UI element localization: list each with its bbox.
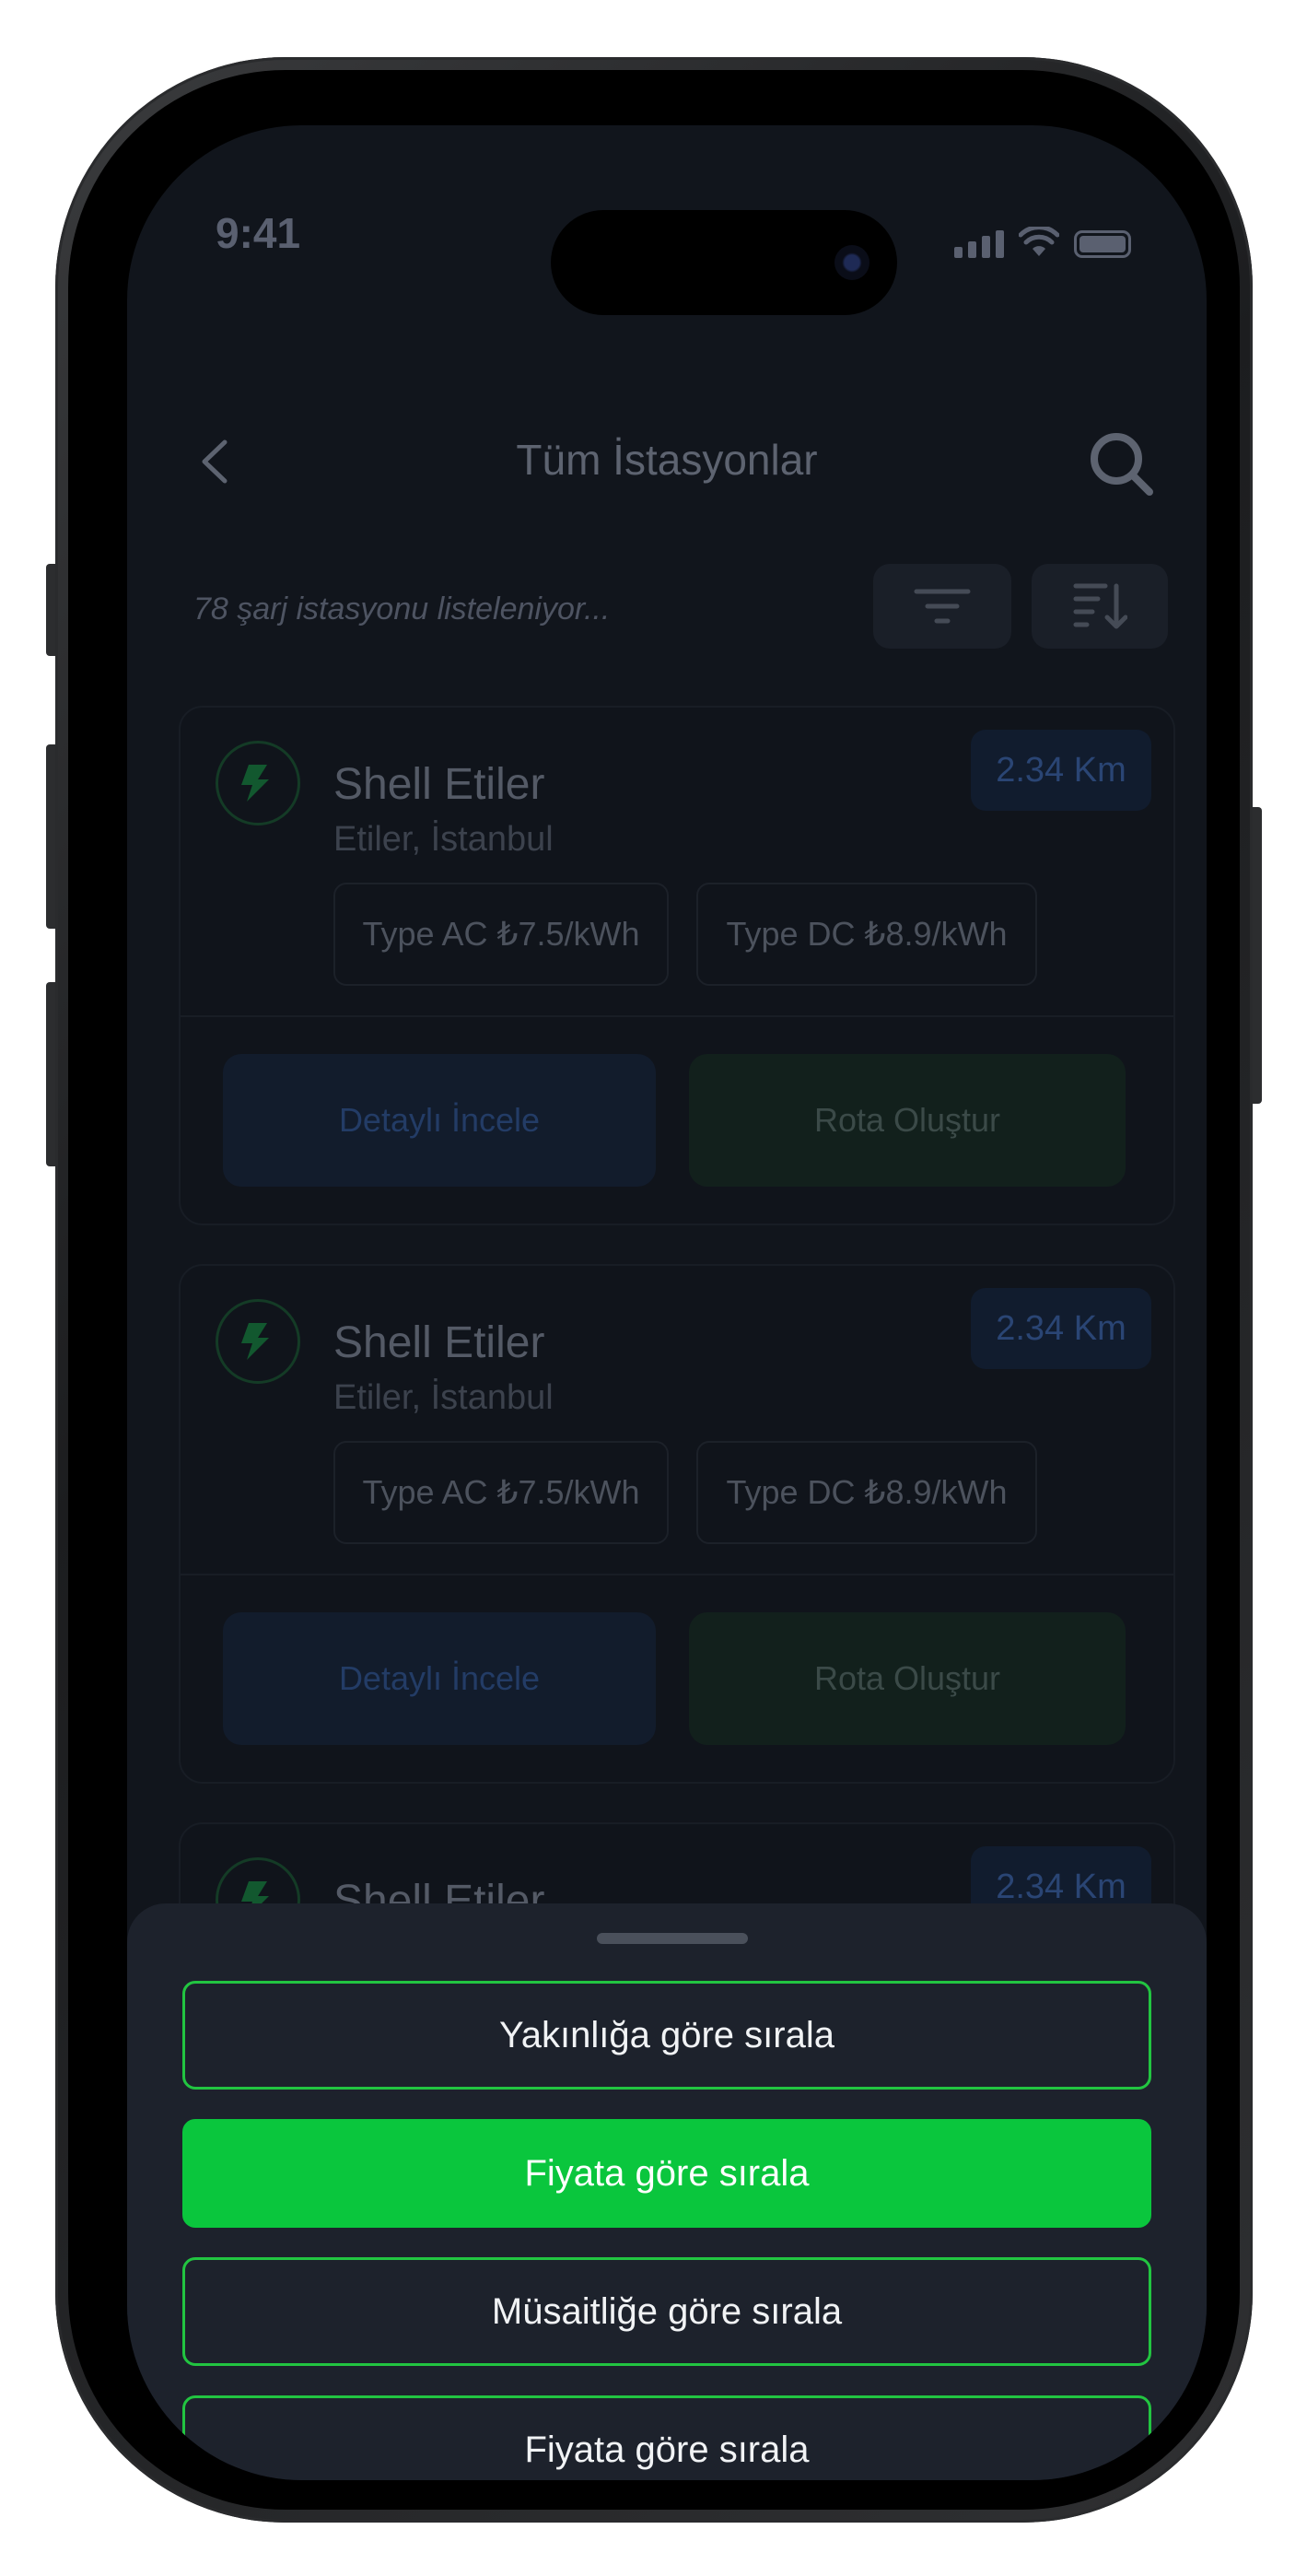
detail-button[interactable]: Detaylı İncele [223, 1054, 656, 1187]
station-address: Etiler, İstanbul [333, 1378, 554, 1417]
station-address: Etiler, İstanbul [333, 820, 554, 859]
signal-icon [954, 230, 1004, 258]
search-icon[interactable] [1087, 429, 1155, 498]
charging-bolt-icon [241, 765, 269, 802]
station-card[interactable]: Shell Etiler Etiler, İstanbul 2.34 Km Ty… [179, 706, 1175, 1225]
screen: 9:41 Tüm İstasyonlar 78 şarj istasyonu l… [127, 125, 1207, 2480]
station-card[interactable]: Shell Etiler Etiler, İstanbul 2.34 Km Ty… [179, 1264, 1175, 1784]
sort-by-availability-option[interactable]: Müsaitliğe göre sırala [182, 2257, 1151, 2366]
station-name: Shell Etiler [333, 1318, 545, 1367]
distance-badge: 2.34 Km [971, 1288, 1151, 1369]
sort-bottom-sheet: Yakınlığa göre sırala Fiyata göre sırala… [127, 1903, 1207, 2480]
price-tag-ac: Type AC ₺7.5/kWh [333, 883, 669, 986]
detail-button[interactable]: Detaylı İncele [223, 1612, 656, 1745]
wifi-icon [1019, 227, 1059, 256]
route-button[interactable]: Rota Oluştur [689, 1612, 1126, 1745]
sort-by-price-option[interactable]: Fiyata göre sırala [182, 2119, 1151, 2228]
sort-icon [1073, 583, 1127, 629]
filter-button[interactable] [873, 564, 1011, 649]
sort-button[interactable] [1032, 564, 1168, 649]
status-icons [954, 227, 1131, 258]
sort-by-price-option-2[interactable]: Fiyata göre sırala [182, 2395, 1151, 2480]
header: Tüm İstasyonlar [127, 420, 1207, 496]
price-tag-ac: Type AC ₺7.5/kWh [333, 1441, 669, 1544]
dynamic-island [551, 210, 897, 315]
distance-badge: 2.34 Km [971, 730, 1151, 811]
sort-by-distance-option[interactable]: Yakınlığa göre sırala [182, 1981, 1151, 2090]
price-tag-dc: Type DC ₺8.9/kWh [696, 883, 1037, 986]
camera-icon [834, 245, 869, 280]
route-button[interactable]: Rota Oluştur [689, 1054, 1126, 1187]
station-name: Shell Etiler [333, 760, 545, 809]
card-divider [181, 1015, 1173, 1017]
filter-icon [914, 589, 971, 624]
phone-bezel: 9:41 Tüm İstasyonlar 78 şarj istasyonu l… [68, 70, 1240, 2510]
price-tag-dc: Type DC ₺8.9/kWh [696, 1441, 1037, 1544]
list-toolbar: 78 şarj istasyonu listeleniyor... [127, 564, 1207, 652]
station-logo-icon [216, 741, 300, 825]
status-time: 9:41 [216, 209, 301, 257]
charging-bolt-icon [241, 1323, 269, 1360]
battery-icon [1074, 230, 1131, 258]
phone-frame: 9:41 Tüm İstasyonlar 78 şarj istasyonu l… [55, 57, 1253, 2523]
station-logo-icon [216, 1299, 300, 1384]
sheet-handle[interactable] [597, 1933, 748, 1944]
page-title: Tüm İstasyonlar [516, 436, 818, 484]
station-count: 78 şarj istasyonu listeleniyor... [193, 591, 611, 626]
card-divider [181, 1574, 1173, 1575]
